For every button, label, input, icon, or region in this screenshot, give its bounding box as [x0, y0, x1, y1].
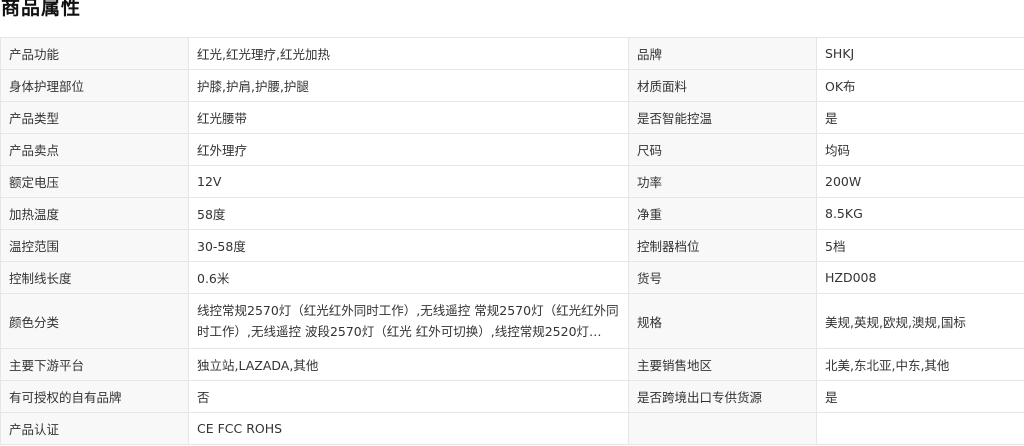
- attr-label: 规格: [628, 293, 817, 349]
- attr-value: 美规,英规,欧规,澳规,国标: [816, 293, 1024, 349]
- attr-label: 是否智能控温: [628, 101, 817, 134]
- attr-value: HZD008: [816, 261, 1024, 294]
- attr-label: 产品类型: [0, 101, 189, 134]
- attr-value-cell: 线控常规2570灯（红光红外同时工作）,无线遥控 常规2570灯（红光红外同时工…: [188, 293, 629, 349]
- attr-label: 尺码: [628, 133, 817, 166]
- table-row: 产品功能 红光,红光理疗,红光加热 品牌 SHKJ: [0, 37, 1024, 70]
- attributes-table: 产品功能 红光,红光理疗,红光加热 品牌 SHKJ 身体护理部位 护膝,护肩,护…: [0, 37, 1024, 445]
- attr-value: 线控常规2570灯（红光红外同时工作）,无线遥控 常规2570灯（红光红外同时工…: [197, 303, 619, 339]
- attr-value: 护膝,护肩,护腰,护腿: [188, 69, 629, 102]
- attr-value: SHKJ: [816, 37, 1024, 70]
- attr-label: 控制线长度: [0, 261, 189, 294]
- table-row: 温控范围 30-58度 控制器档位 5档: [0, 229, 1024, 262]
- attr-label: 产品卖点: [0, 133, 189, 166]
- attr-value: 30-58度: [188, 229, 629, 262]
- attr-value: 8.5KG: [816, 197, 1024, 230]
- attr-value: 58度: [188, 197, 629, 230]
- attr-value: 红外理疗: [188, 133, 629, 166]
- attr-value: OK布: [816, 69, 1024, 102]
- attr-value: 红光腰带: [188, 101, 629, 134]
- attr-value: [816, 412, 1024, 445]
- table-row: 产品类型 红光腰带 是否智能控温 是: [0, 101, 1024, 134]
- attr-value: 是: [816, 101, 1024, 134]
- attr-label: 额定电压: [0, 165, 189, 198]
- attr-label: 是否跨境出口专供货源: [628, 380, 817, 413]
- attr-value: 200W: [816, 165, 1024, 198]
- attr-label: 颜色分类: [0, 293, 189, 349]
- attr-value: 独立站,LAZADA,其他: [188, 348, 629, 381]
- section-title: 商品属性: [1, 0, 82, 19]
- table-row: 身体护理部位 护膝,护肩,护腰,护腿 材质面料 OK布: [0, 69, 1024, 102]
- attr-label: 加热温度: [0, 197, 189, 230]
- table-row: 产品认证 CE FCC ROHS: [0, 412, 1024, 445]
- attr-value: 否: [188, 380, 629, 413]
- attr-value: CE FCC ROHS: [188, 412, 629, 445]
- attr-label: 净重: [628, 197, 817, 230]
- table-row: 额定电压 12V 功率 200W: [0, 165, 1024, 198]
- attr-label: 品牌: [628, 37, 817, 70]
- attr-label: 产品功能: [0, 37, 189, 70]
- table-row: 产品卖点 红外理疗 尺码 均码: [0, 133, 1024, 166]
- table-row: 控制线长度 0.6米 货号 HZD008: [0, 261, 1024, 294]
- attr-label: 温控范围: [0, 229, 189, 262]
- attr-value: 5档: [816, 229, 1024, 262]
- attr-value: 12V: [188, 165, 629, 198]
- attr-label: [628, 412, 817, 445]
- table-row: 主要下游平台 独立站,LAZADA,其他 主要销售地区 北美,东北亚,中东,其他: [0, 348, 1024, 381]
- attr-label: 货号: [628, 261, 817, 294]
- attr-label: 功率: [628, 165, 817, 198]
- attr-value: 北美,东北亚,中东,其他: [816, 348, 1024, 381]
- attr-label: 产品认证: [0, 412, 189, 445]
- attr-value: 是: [816, 380, 1024, 413]
- attr-label: 控制器档位: [628, 229, 817, 262]
- table-row: 加热温度 58度 净重 8.5KG: [0, 197, 1024, 230]
- attr-label: 主要下游平台: [0, 348, 189, 381]
- table-row: 有可授权的自有品牌 否 是否跨境出口专供货源 是: [0, 380, 1024, 413]
- table-row: 颜色分类 线控常规2570灯（红光红外同时工作）,无线遥控 常规2570灯（红光…: [0, 293, 1024, 349]
- attr-label: 主要销售地区: [628, 348, 817, 381]
- attr-label: 有可授权的自有品牌: [0, 380, 189, 413]
- attr-value: 红光,红光理疗,红光加热: [188, 37, 629, 70]
- attr-value: 0.6米: [188, 261, 629, 294]
- attr-label: 材质面料: [628, 69, 817, 102]
- attr-value: 均码: [816, 133, 1024, 166]
- attr-label: 身体护理部位: [0, 69, 189, 102]
